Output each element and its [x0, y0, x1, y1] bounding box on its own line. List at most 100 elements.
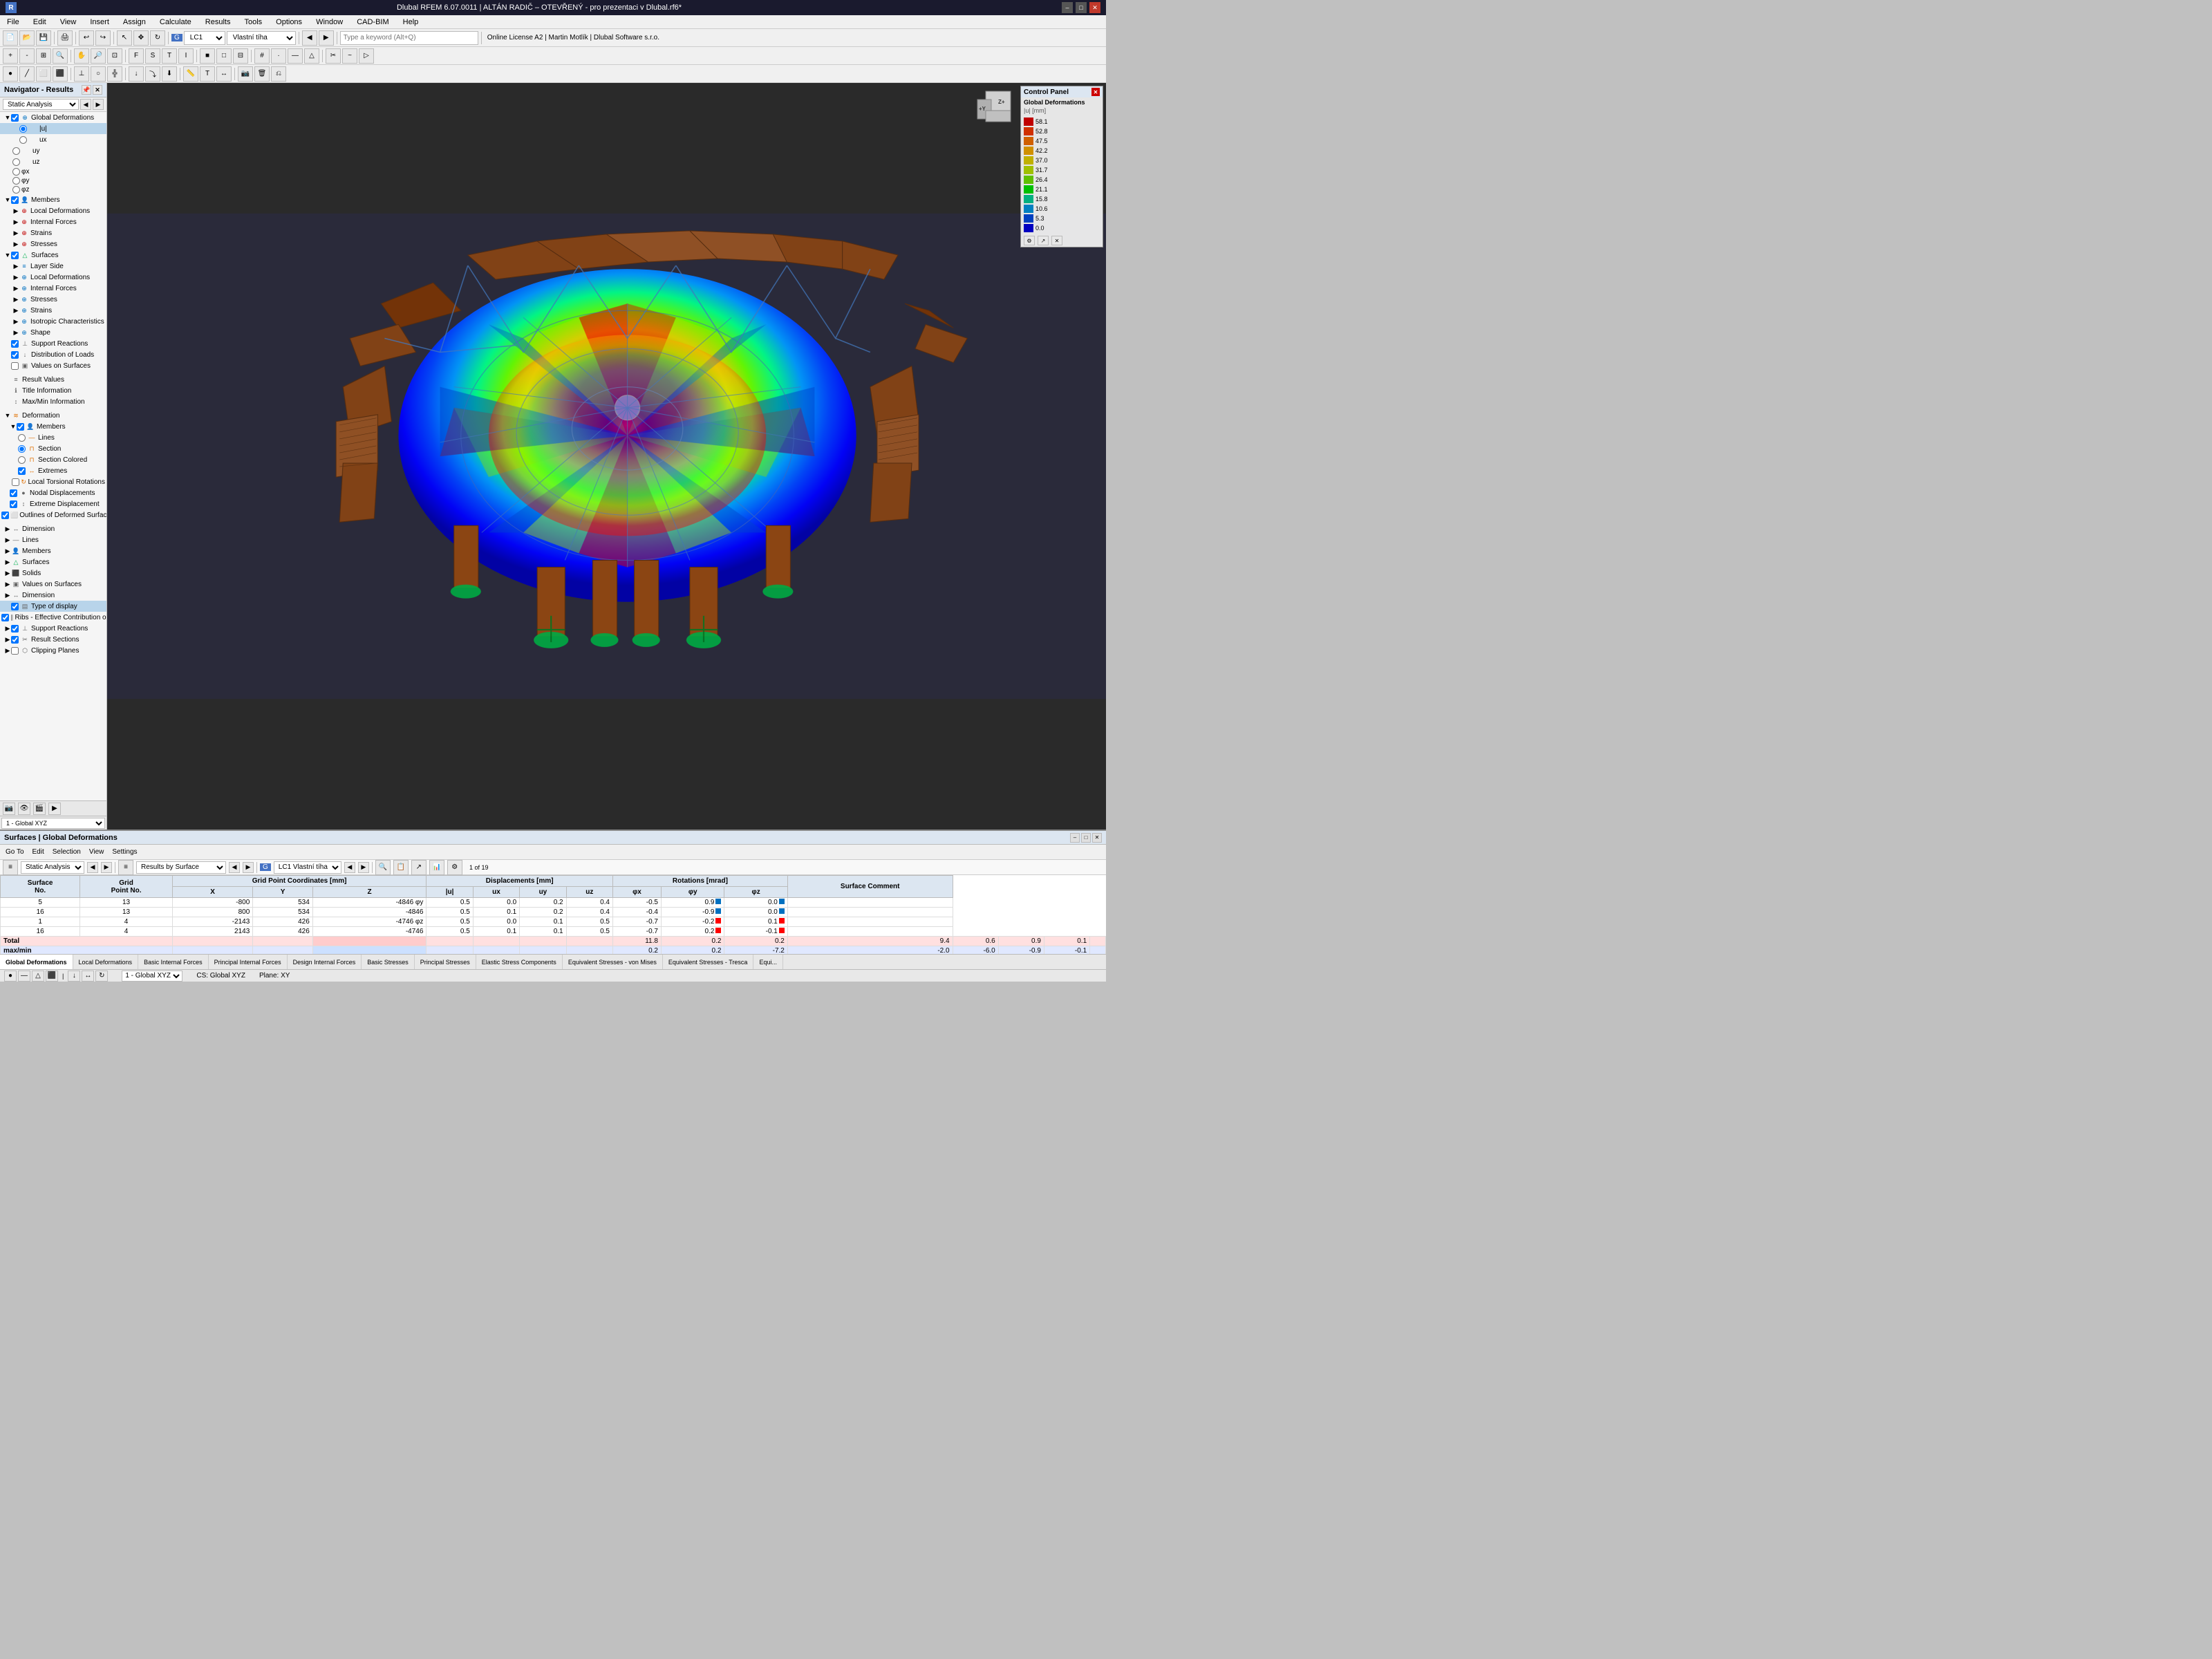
nav-clipping-planes[interactable]: ▶ ⬡ Clipping Planes: [0, 645, 106, 656]
nav-result-sec-checkbox[interactable]: [11, 636, 19, 644]
nav-values-surfaces[interactable]: ▣ Values on Surfaces: [0, 360, 106, 371]
results-selection[interactable]: Selection: [50, 847, 84, 856]
nav-local-torsional-checkbox[interactable]: [12, 478, 19, 486]
table-row[interactable]: 513-800534-4846 φy0.50.00.20.4-0.50.90.0: [1, 898, 1106, 908]
results-view[interactable]: View: [86, 847, 107, 856]
cp-close2-button[interactable]: ✕: [1051, 236, 1062, 245]
nav-phiy-radio[interactable]: [12, 177, 20, 185]
menu-tools[interactable]: Tools: [240, 17, 266, 28]
nav-deform-section-radio[interactable]: [18, 445, 26, 453]
results-action-btn4[interactable]: 📊: [429, 860, 444, 875]
menu-edit[interactable]: Edit: [29, 17, 50, 28]
new-button[interactable]: 📄: [3, 30, 18, 46]
nav-local-def-surf[interactable]: ▶ ⊕ Local Deformations: [0, 272, 106, 283]
results-load-combo[interactable]: LC1 Vlastní tíha: [274, 861, 341, 874]
nav-deform-members-checkbox[interactable]: [17, 423, 24, 431]
show-members[interactable]: —: [288, 48, 303, 64]
bottom-btn7[interactable]: ↻: [95, 971, 108, 982]
nav-values-surf2[interactable]: ▶ ▣ Values on Surfaces: [0, 579, 106, 590]
nav-values-surf-checkbox[interactable]: [11, 362, 19, 370]
tab-more[interactable]: Equi...: [753, 955, 783, 969]
menu-options[interactable]: Options: [272, 17, 306, 28]
tb2-btn3[interactable]: ⊞: [36, 48, 51, 64]
nav-bottom-btn2[interactable]: 👁: [18, 803, 30, 815]
tb3-load-line[interactable]: ⤵: [145, 66, 160, 82]
tb3-delete[interactable]: 🗑: [254, 66, 270, 82]
search-input[interactable]: [340, 31, 478, 45]
bottom-btn6[interactable]: ↔: [82, 971, 94, 982]
tab-basic-stresses[interactable]: Basic Stresses: [362, 955, 415, 969]
nav-dist-loads[interactable]: ↓ Distribution of Loads: [0, 349, 106, 360]
tab-local-deformations[interactable]: Local Deformations: [73, 955, 139, 969]
nav-result-sections[interactable]: ▶ ✂ Result Sections: [0, 634, 106, 645]
tb3-load-surf[interactable]: ⬇: [162, 66, 177, 82]
show-surfaces[interactable]: △: [304, 48, 319, 64]
nav-members[interactable]: ▼ 👤 Members: [0, 194, 106, 205]
nav-ux[interactable]: ux: [0, 134, 106, 145]
nav-global-def-checkbox[interactable]: [11, 114, 19, 122]
load-case-combo[interactable]: LC1: [184, 31, 225, 45]
nav-shape[interactable]: ▶ ⊕ Shape: [0, 327, 106, 338]
next-result-button[interactable]: ▶: [319, 30, 334, 46]
menu-window[interactable]: Window: [312, 17, 347, 28]
nav-uz-radio[interactable]: [12, 158, 20, 166]
nav-deform-extremes[interactable]: ↔ Extremes: [0, 465, 106, 476]
results-action-btn1[interactable]: 🔍: [375, 860, 391, 875]
results-action-btn2[interactable]: 📋: [393, 860, 409, 875]
nav-analysis-combo[interactable]: Static Analysis: [3, 99, 79, 110]
bottom-btn5[interactable]: ↓: [68, 971, 80, 982]
nav-global-deformations[interactable]: ▼ ⊕ Global Deformations: [0, 112, 106, 123]
nav-strains-members[interactable]: ▶ ⊕ Strains: [0, 227, 106, 238]
nav-dist-loads-checkbox[interactable]: [11, 351, 19, 359]
table-row[interactable]: 14-2143426-4746 φz0.50.00.10.5-0.7-0.20.…: [1, 917, 1106, 927]
nav-outlines-checkbox[interactable]: [1, 512, 9, 519]
viewport[interactable]: Z+ +Y: [107, 83, 1106, 830]
nav-support-react-checkbox[interactable]: [11, 340, 19, 348]
open-button[interactable]: 📂: [19, 30, 35, 46]
results-tb-btn1[interactable]: ≡: [3, 860, 18, 875]
deform-button[interactable]: ~: [342, 48, 357, 64]
nav-members2[interactable]: ▶ 👤 Members: [0, 545, 106, 556]
tb3-camera[interactable]: 📷: [238, 66, 253, 82]
nav-extreme-disp-checkbox[interactable]: [10, 500, 17, 508]
maximize-button[interactable]: □: [1076, 2, 1087, 13]
nav-clipping-checkbox[interactable]: [11, 647, 19, 655]
nav-lines[interactable]: ▶ — Lines: [0, 534, 106, 545]
section-cut[interactable]: ✂: [326, 48, 341, 64]
save-button[interactable]: 💾: [36, 30, 51, 46]
nav-u-abs-radio[interactable]: [19, 125, 27, 133]
render-solid[interactable]: ■: [200, 48, 215, 64]
show-grid[interactable]: #: [254, 48, 270, 64]
nav-members-checkbox[interactable]: [11, 196, 19, 204]
bottom-btn2[interactable]: —: [18, 971, 30, 982]
nav-deform-sec-colored-radio[interactable]: [18, 456, 26, 464]
render-hiddenline[interactable]: ⊟: [233, 48, 248, 64]
select-button[interactable]: ↖: [117, 30, 132, 46]
nav-result-values[interactable]: ≡ Result Values: [0, 374, 106, 385]
nav-prev-button[interactable]: ◀: [80, 99, 91, 110]
results-analysis-combo[interactable]: Static Analysis: [21, 861, 84, 874]
tb3-text[interactable]: T: [200, 66, 215, 82]
load-name-combo[interactable]: Vlastní tíha: [227, 31, 296, 45]
nav-pin-button[interactable]: 📌: [82, 85, 91, 95]
results-table-wrapper[interactable]: SurfaceNo. GridPoint No. Grid Point Coor…: [0, 875, 1106, 954]
nav-close-button[interactable]: ✕: [93, 85, 102, 95]
nav-next-button[interactable]: ▶: [93, 99, 104, 110]
nav-int-forces-surf[interactable]: ▶ ⊕ Internal Forces: [0, 283, 106, 294]
nav-surfaces-checkbox[interactable]: [11, 252, 19, 259]
view-side[interactable]: S: [145, 48, 160, 64]
tab-elastic-stress[interactable]: Elastic Stress Components: [476, 955, 563, 969]
minimize-button[interactable]: –: [1062, 2, 1073, 13]
nav-deformation-header[interactable]: ▼ ≋ Deformation: [0, 410, 106, 421]
tb3-support[interactable]: ⊥: [74, 66, 89, 82]
results-lc-prev-btn[interactable]: ◀: [344, 862, 355, 873]
nav-isotropic[interactable]: ▶ ⊕ Isotropic Characteristics: [0, 316, 106, 327]
nav-bottom-btn4[interactable]: ▶: [48, 803, 61, 815]
tb3-solid[interactable]: ⬛: [53, 66, 68, 82]
view-front[interactable]: F: [129, 48, 144, 64]
nav-uy[interactable]: uy: [0, 145, 106, 156]
animate-button[interactable]: ▷: [359, 48, 374, 64]
nav-stresses-surf[interactable]: ▶ ⊕ Stresses: [0, 294, 106, 305]
cp-settings-button[interactable]: ⚙: [1024, 236, 1035, 245]
menu-results[interactable]: Results: [201, 17, 235, 28]
